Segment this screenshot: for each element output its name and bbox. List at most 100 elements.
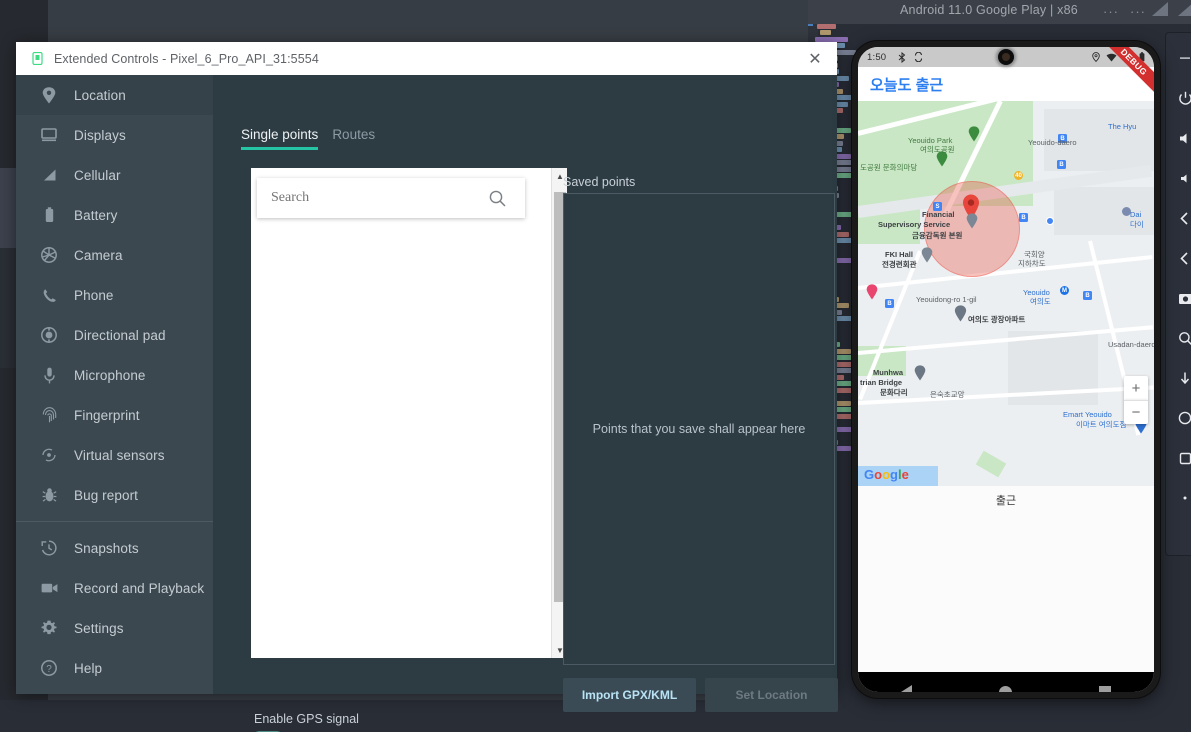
sidebar-item-location[interactable]: Location <box>16 75 213 115</box>
sidebar-item-label: Camera <box>74 247 123 263</box>
sidebar-item-label: Displays <box>74 127 126 143</box>
emulator-toolbar[interactable] <box>1165 32 1191 556</box>
sidebar-item-fingerprint[interactable]: Fingerprint <box>16 395 213 435</box>
map-label: Yeouido-daero <box>1028 138 1077 147</box>
map-label: 지하차도 <box>1018 259 1046 268</box>
battery-icon <box>40 206 58 224</box>
volume-down-icon[interactable] <box>1172 165 1191 191</box>
map-building-pin <box>966 213 978 229</box>
map-label: 금융감독원 본원 <box>912 231 963 240</box>
sidebar-item-cellular[interactable]: Cellular <box>16 155 213 195</box>
sidebar-item-label: Microphone <box>74 367 146 383</box>
saved-points-list[interactable]: Points that you save shall appear here <box>563 193 835 665</box>
sidebar-item-label: Directional pad <box>74 327 166 343</box>
saved-points-empty-message: Points that you save shall appear here <box>592 422 806 436</box>
app-content-text: 출근 <box>995 495 1017 507</box>
map-label: Supervisory Service <box>878 220 951 229</box>
sidebar-item-displays[interactable]: Displays <box>16 115 213 155</box>
map-bus-icon[interactable]: B <box>885 299 894 308</box>
home-circle-icon[interactable] <box>1172 405 1191 431</box>
sidebar-item-help[interactable]: ? Help <box>16 648 213 688</box>
window-title: Extended Controls - Pixel_6_Pro_API_31:5… <box>54 51 319 66</box>
map-label: Yeouidong-ro 1-gil <box>916 295 977 304</box>
navigation-bar <box>858 672 1154 692</box>
sidebar-item-phone[interactable]: Phone <box>16 275 213 315</box>
map-bus-icon[interactable]: B <box>1083 291 1092 300</box>
set-location-button: Set Location <box>705 678 838 712</box>
app-title: 오늘도 출근 <box>870 76 944 94</box>
sidebar-item-label: Fingerprint <box>74 407 140 423</box>
map-metro-icon[interactable]: M <box>1060 286 1069 295</box>
sidebar-item-record-and-playback[interactable]: Record and Playback <box>16 568 213 608</box>
sidebar-item-directional-pad[interactable]: Directional pad <box>16 315 213 355</box>
saved-points-label: Saved points <box>563 175 636 189</box>
rotate-left-icon[interactable] <box>1172 205 1191 231</box>
ide-overflow-dots-1[interactable]: ··· <box>1103 4 1119 19</box>
google-map-view[interactable]: B B 40 S B B B M The Hyu Yeouido Park 여의… <box>858 101 1154 486</box>
map-bus-icon[interactable]: B <box>1057 160 1066 169</box>
close-icon[interactable]: ✕ <box>793 42 837 75</box>
sidebar-item-bug-report[interactable]: Bug report <box>16 475 213 515</box>
zoom-icon[interactable] <box>1172 325 1191 351</box>
sidebar-item-label: Snapshots <box>74 540 139 556</box>
more-icon[interactable] <box>1172 485 1191 511</box>
sidebar-item-label: Record and Playback <box>74 580 205 596</box>
minimize-icon[interactable] <box>1172 45 1191 71</box>
ide-overflow-dots-2[interactable]: ··· <box>1130 4 1146 19</box>
sidebar-item-battery[interactable]: Battery <box>16 195 213 235</box>
search-icon[interactable] <box>488 189 507 208</box>
bug-icon <box>40 486 58 504</box>
map-label: Dai <box>1130 210 1142 219</box>
tab-bar: Single points Routes <box>241 127 375 150</box>
tab-single-points[interactable]: Single points <box>241 127 319 150</box>
sidebar-item-label: Cellular <box>74 167 121 183</box>
code-minimap-line <box>814 36 849 42</box>
front-camera-punchhole <box>998 49 1014 65</box>
map-label: FKI Hall <box>885 250 913 259</box>
volume-up-icon[interactable] <box>1172 125 1191 151</box>
power-icon[interactable] <box>1172 85 1191 111</box>
rotate-right-icon[interactable] <box>1172 245 1191 271</box>
search-box[interactable] <box>257 178 525 218</box>
sidebar-item-label: Help <box>74 660 103 676</box>
map-zoom-in-button[interactable]: + <box>1124 376 1148 400</box>
sidebar-item-settings[interactable]: Settings <box>16 608 213 648</box>
sidebar-item-virtual-sensors[interactable]: Virtual sensors <box>16 435 213 475</box>
home-button[interactable] <box>998 685 1012 692</box>
sidebar-item-microphone[interactable]: Microphone <box>16 355 213 395</box>
map-label: 은숙초교앙 <box>930 390 965 399</box>
back-button[interactable] <box>901 685 913 692</box>
map-bus-icon[interactable]: B <box>1019 213 1028 222</box>
map-label: Emart Yeouido <box>1063 410 1112 419</box>
camera-aperture-icon <box>40 246 58 264</box>
ide-corner-triangle-1 <box>1152 2 1168 16</box>
sidebar-divider <box>16 521 213 522</box>
status-bar-clock: 1:50 <box>867 51 887 63</box>
tab-routes[interactable]: Routes <box>332 127 375 150</box>
map-hotel-pin <box>866 284 878 300</box>
status-bar-left-icons <box>898 51 923 63</box>
map-blue-dot <box>1046 217 1054 225</box>
recents-button[interactable] <box>1098 686 1111 692</box>
android-emulator-device: 1:50 오늘도 출근 DEBUG B B 40 S B B B M The H… <box>852 41 1160 698</box>
sidebar-item-label: Virtual sensors <box>74 447 165 463</box>
back-arrow-icon[interactable] <box>1172 365 1191 391</box>
screenshot-icon[interactable] <box>1172 285 1191 311</box>
location-pin-icon <box>40 86 58 104</box>
bluetooth-icon <box>898 51 906 63</box>
sync-icon <box>915 52 923 62</box>
map-zoom-out-button[interactable]: − <box>1124 400 1148 424</box>
window-titlebar: Extended Controls - Pixel_6_Pro_API_31:5… <box>16 42 837 75</box>
sensors-icon <box>40 446 58 464</box>
import-gpx-kml-button[interactable]: Import GPX/KML <box>563 678 696 712</box>
map-label: 여의도 <box>1030 297 1051 306</box>
sidebar-item-label: Phone <box>74 287 114 303</box>
map-route-badge[interactable]: 40 <box>1014 171 1023 180</box>
sidebar-item-label: Battery <box>74 207 118 223</box>
sidebar-item-snapshots[interactable]: Snapshots <box>16 528 213 568</box>
location-icon <box>1092 52 1100 62</box>
search-input[interactable] <box>271 190 486 206</box>
sidebar-item-camera[interactable]: Camera <box>16 235 213 275</box>
svg-text:?: ? <box>46 664 52 675</box>
overview-icon[interactable] <box>1172 445 1191 471</box>
